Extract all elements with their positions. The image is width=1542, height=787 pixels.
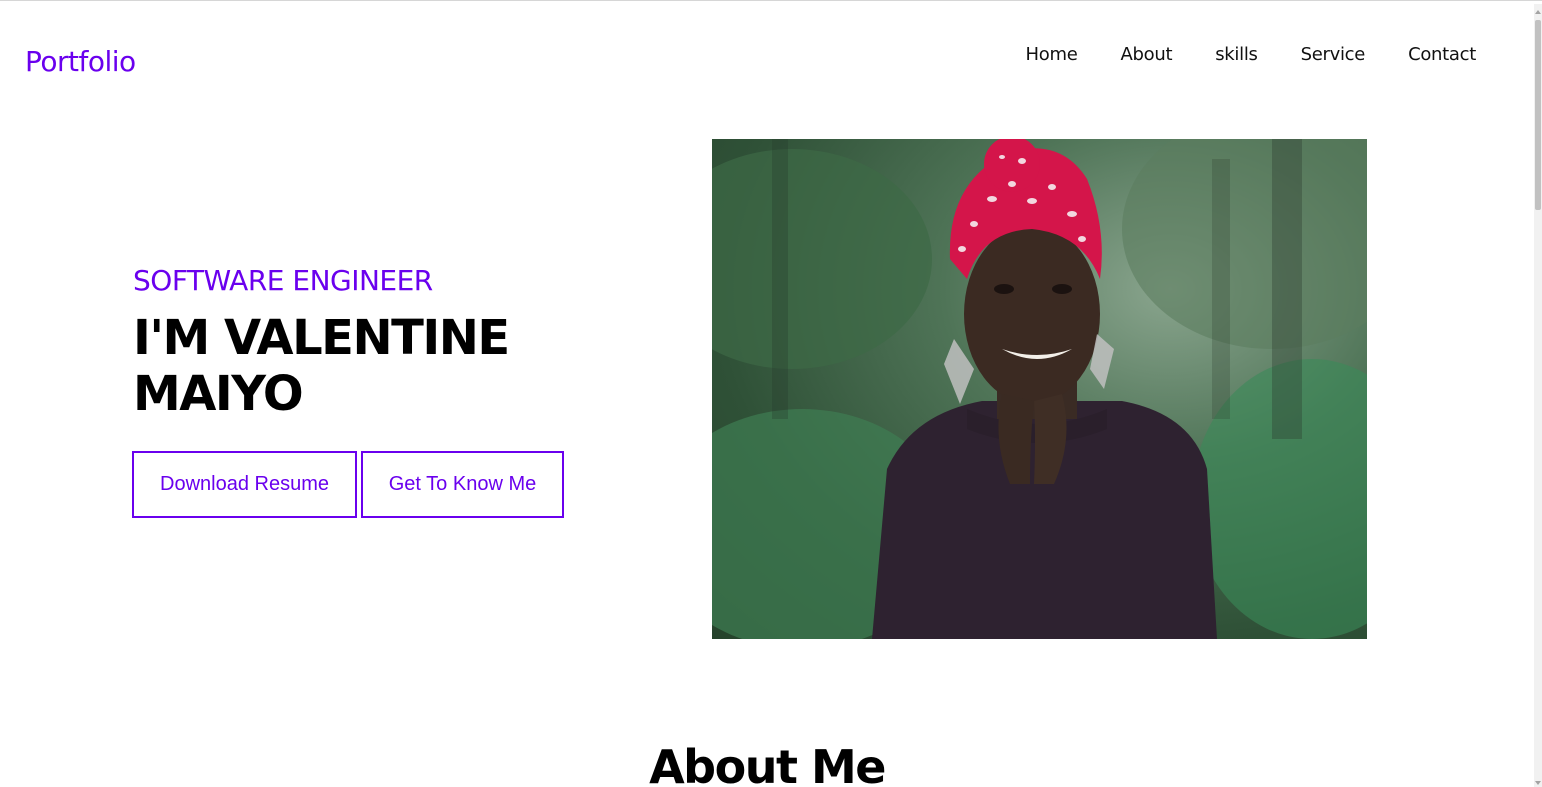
- profile-photo-illustration: [712, 139, 1367, 639]
- download-resume-button[interactable]: Download Resume: [132, 451, 357, 518]
- hero-title: I'M VALENTINE MAIYO: [133, 310, 553, 422]
- nav-about[interactable]: About: [1121, 44, 1173, 65]
- brand-logo-link[interactable]: Portfolio: [25, 45, 136, 78]
- hero-subtitle: SOFTWARE ENGINEER: [133, 264, 433, 297]
- profile-photo: [712, 139, 1367, 639]
- portfolio-page: Portfolio Home About skills Service Cont…: [0, 0, 1534, 787]
- nav-service[interactable]: Service: [1301, 44, 1366, 65]
- nav-contact[interactable]: Contact: [1408, 44, 1476, 65]
- scroll-up-arrow-icon[interactable]: [1535, 10, 1541, 14]
- nav-skills[interactable]: skills: [1215, 44, 1258, 65]
- get-to-know-me-button[interactable]: Get To Know Me: [361, 451, 564, 518]
- main-nav: Home About skills Service Contact: [983, 44, 1477, 65]
- hero-title-line2: MAIYO: [133, 366, 304, 422]
- scrollbar-thumb[interactable]: [1535, 20, 1541, 210]
- hero-title-line1: I'M VALENTINE: [133, 310, 510, 366]
- vertical-scrollbar[interactable]: [1534, 4, 1542, 787]
- nav-home[interactable]: Home: [1026, 44, 1078, 65]
- scroll-down-arrow-icon[interactable]: [1535, 781, 1541, 785]
- about-section-title: About Me: [649, 740, 886, 787]
